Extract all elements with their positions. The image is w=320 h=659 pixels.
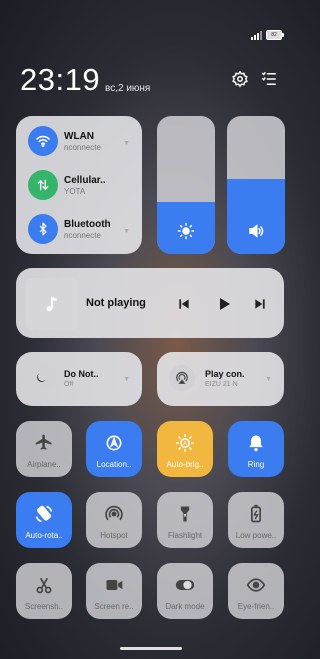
- screen-recorder-toggle[interactable]: Screen re..: [86, 563, 142, 619]
- wlan-toggle[interactable]: WLAN nconnecte: [28, 126, 124, 156]
- battery-icon: 82: [266, 30, 284, 40]
- eye-friendly-toggle[interactable]: Eye-frien..: [228, 563, 284, 619]
- auto-rotate-toggle[interactable]: Auto-rota..: [16, 492, 72, 548]
- location-icon: [104, 432, 124, 454]
- wlan-chevron-icon[interactable]: ▼: [123, 140, 130, 147]
- scissors-icon: [34, 574, 54, 596]
- play-content-device: EIZU 21 N: [205, 381, 238, 388]
- battery-level: 82: [266, 30, 282, 40]
- screenshot-toggle[interactable]: Screensh..: [16, 563, 72, 619]
- previous-track-icon[interactable]: [174, 294, 194, 314]
- sun-icon: [157, 222, 215, 240]
- network-panel: WLAN nconnecte ▼ Cellular.. YOTA Bluetoo…: [16, 116, 142, 254]
- brightness-slider[interactable]: [157, 116, 215, 254]
- cast-icon: [169, 365, 195, 391]
- volume-level-fill: [227, 179, 285, 254]
- play-content-tile[interactable]: Play con.. EIZU 21 N ▼: [157, 352, 284, 406]
- ring-toggle[interactable]: Ring: [228, 421, 284, 477]
- auto-rotate-label: Auto-rota..: [25, 531, 63, 540]
- video-camera-icon: [104, 574, 124, 596]
- wlan-label: WLAN: [64, 130, 94, 142]
- bluetooth-chevron-icon[interactable]: ▼: [123, 228, 130, 235]
- bluetooth-toggle[interactable]: Bluetooth nconnecte: [28, 214, 124, 244]
- moon-icon: [28, 365, 54, 391]
- low-power-toggle[interactable]: Low powe..: [228, 492, 284, 548]
- date: вс,2 июня: [105, 83, 151, 94]
- screen-recorder-label: Screen re..: [94, 602, 134, 611]
- speaker-icon: [227, 222, 285, 240]
- bluetooth-label: Bluetooth: [64, 218, 111, 230]
- play-content-title: Play con..: [205, 369, 245, 379]
- bell-icon: [246, 432, 266, 454]
- hotspot-toggle[interactable]: Hotspot: [86, 492, 142, 548]
- wifi-icon: [28, 126, 58, 156]
- flashlight-toggle[interactable]: Flashlight: [157, 492, 213, 548]
- edit-list-icon[interactable]: [258, 68, 280, 90]
- do-not-disturb-tile[interactable]: Do Not.. Off ▼: [16, 352, 142, 406]
- auto-brightness-icon: A: [175, 432, 195, 454]
- low-power-label: Low powe..: [235, 531, 277, 540]
- play-content-chevron-icon[interactable]: ▼: [265, 376, 272, 383]
- airplane-icon: [34, 432, 54, 454]
- auto-brightness-toggle[interactable]: A Auto-brig..: [157, 421, 213, 477]
- dnd-chevron-icon[interactable]: ▼: [123, 376, 130, 383]
- cellular-label: Cellular..: [64, 174, 106, 186]
- dark-mode-toggle[interactable]: Dark mode: [157, 563, 213, 619]
- next-track-icon[interactable]: [250, 294, 270, 314]
- home-indicator[interactable]: [120, 647, 182, 650]
- cellular-toggle[interactable]: Cellular.. YOTA: [28, 170, 124, 200]
- music-note-icon: [26, 278, 78, 330]
- battery-saver-icon: [246, 503, 266, 525]
- volume-slider[interactable]: [227, 116, 285, 254]
- flashlight-label: Flashlight: [167, 531, 203, 540]
- auto-brightness-label: Auto-brig..: [166, 460, 204, 469]
- play-icon[interactable]: [214, 294, 234, 314]
- dark-mode-icon: [174, 574, 196, 596]
- media-title: Not playing: [86, 297, 146, 309]
- airplane-label: Airplane..: [27, 460, 61, 469]
- hotspot-label: Hotspot: [100, 531, 128, 540]
- airplane-toggle[interactable]: Airplane..: [16, 421, 72, 477]
- dnd-title: Do Not..: [64, 369, 99, 379]
- flashlight-icon: [175, 503, 195, 525]
- settings-gear-icon[interactable]: [229, 68, 251, 90]
- rotate-icon: [34, 503, 54, 525]
- svg-text:A: A: [183, 441, 187, 447]
- bluetooth-status: nconnecte: [64, 230, 101, 240]
- dark-mode-label: Dark mode: [165, 602, 205, 611]
- cellular-data-icon: [28, 170, 58, 200]
- location-toggle[interactable]: Location..: [86, 421, 142, 477]
- screenshot-label: Screensh..: [24, 602, 64, 611]
- wlan-status: nconnecte: [64, 142, 101, 152]
- clock: 23:19: [20, 62, 101, 97]
- hotspot-icon: [104, 503, 124, 525]
- dnd-status: Off: [64, 381, 74, 388]
- media-player: Not playing: [16, 268, 284, 338]
- eye-icon: [246, 574, 266, 596]
- location-label: Location..: [96, 460, 132, 469]
- bluetooth-icon: [28, 214, 58, 244]
- ring-label: Ring: [247, 460, 265, 469]
- signal-icon: [251, 30, 262, 40]
- cellular-carrier: YOTA: [64, 186, 86, 196]
- eye-friendly-label: Eye-frien..: [237, 602, 275, 611]
- status-bar: 82: [251, 30, 284, 40]
